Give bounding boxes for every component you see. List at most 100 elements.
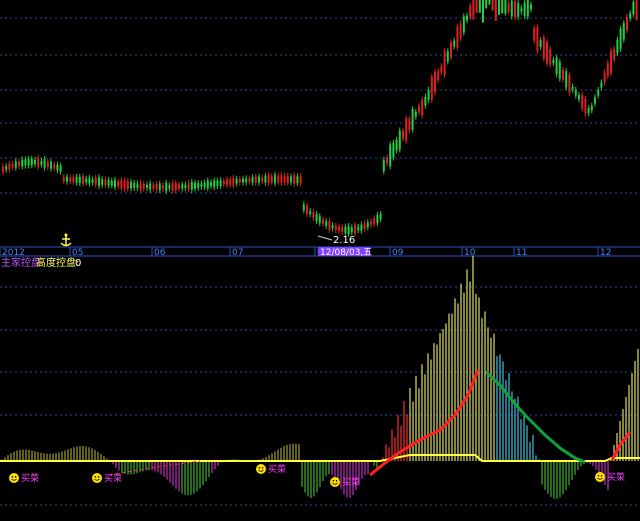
candle-body	[72, 177, 75, 182]
candle-body	[462, 16, 465, 33]
candle-body	[334, 225, 337, 230]
candle-body	[37, 158, 40, 167]
candle-body	[78, 176, 81, 184]
candle-body	[165, 182, 168, 192]
candle-body	[539, 40, 542, 47]
buy-marker: 买菜	[256, 463, 286, 475]
candle-body	[395, 139, 398, 151]
candle-body	[472, 0, 475, 20]
candle-body	[603, 72, 606, 83]
candle-body	[600, 82, 603, 88]
candle-body	[146, 184, 148, 188]
candle-body	[341, 227, 344, 232]
candle-body	[379, 214, 382, 220]
smiley-icon	[92, 473, 102, 483]
candle-body	[56, 164, 59, 171]
candle-body	[619, 28, 622, 50]
anchor-icon[interactable]	[60, 233, 72, 247]
buy-marker-label: 买菜	[21, 472, 39, 484]
candle-body	[552, 59, 555, 64]
candle-body	[469, 5, 472, 18]
candle-body	[514, 1, 516, 18]
candle-body	[88, 177, 91, 184]
candle-body	[210, 182, 212, 187]
candle-body	[290, 176, 292, 183]
candle-body	[347, 226, 350, 234]
candle-body	[338, 226, 340, 232]
candle-body	[507, 3, 510, 12]
candle-body	[546, 41, 548, 64]
candle-body	[235, 178, 238, 184]
candle-body	[366, 222, 369, 228]
candle-body	[520, 8, 523, 12]
candle-body	[46, 161, 49, 168]
yellow-control-line	[0, 454, 640, 462]
candle-body	[456, 26, 459, 48]
candle-body	[123, 180, 126, 189]
candle-body	[277, 176, 280, 183]
candle-body	[504, 0, 507, 14]
candle-body	[482, 0, 484, 23]
candle-body	[331, 225, 334, 229]
buy-marker-label: 买菜	[607, 471, 625, 483]
candle-body	[430, 76, 433, 101]
candle-body	[510, 0, 513, 17]
candle-body	[376, 214, 379, 224]
month-label: 2012	[2, 248, 25, 258]
candle-body	[82, 176, 84, 184]
candle-body	[219, 180, 222, 186]
candle-body	[21, 159, 24, 167]
month-label: 10	[464, 248, 476, 258]
candle-body	[354, 225, 356, 234]
candle-body	[578, 95, 580, 100]
month-label: 05	[72, 248, 83, 258]
candle-body	[443, 50, 446, 75]
candle-body	[85, 178, 88, 183]
candle-body	[226, 179, 228, 186]
candle-body	[434, 71, 436, 93]
candle-body	[238, 179, 241, 183]
candle-body	[274, 174, 276, 184]
candle-body	[632, 2, 635, 15]
candle-body	[110, 180, 113, 186]
month-label: 11	[516, 248, 527, 258]
stock-chart-canvas[interactable]: 2.16 20120506070809101112 12/08/03,五 主家控…	[0, 0, 640, 521]
candle-body	[597, 89, 600, 96]
candle-body	[40, 160, 43, 165]
candle-body	[152, 184, 155, 189]
month-label: 06	[154, 248, 166, 258]
candle-body	[181, 184, 184, 189]
candle-body	[178, 184, 180, 189]
candle-body	[382, 159, 385, 172]
candle-body	[373, 218, 376, 225]
buy-marker: 买菜	[330, 476, 360, 488]
candle-body	[610, 50, 612, 74]
candle-body	[27, 158, 30, 166]
buy-marker: 买菜	[9, 472, 39, 484]
candle-body	[475, 0, 478, 13]
candle-body	[498, 0, 500, 15]
candle-body	[197, 183, 200, 188]
cursor-date-box: 12/08/03,五	[318, 247, 372, 258]
candle-body	[130, 182, 132, 189]
candle-body	[414, 111, 417, 117]
candle-body	[440, 66, 443, 73]
candle-body	[24, 159, 27, 166]
candle-body	[424, 96, 427, 106]
candle-body	[450, 42, 452, 58]
candle-body	[94, 177, 97, 185]
candle-body	[254, 176, 257, 183]
candle-body	[549, 49, 552, 65]
month-label: 09	[392, 248, 404, 258]
candle-body	[350, 227, 353, 233]
candle-body	[494, 0, 497, 21]
candle-body	[616, 40, 619, 54]
candle-body	[306, 205, 308, 215]
candle-body	[2, 166, 4, 173]
candle-body	[114, 179, 116, 188]
indicator-bars	[1, 255, 639, 499]
cursor-date-label: 12/08/03,五	[320, 248, 372, 258]
candle-body	[568, 74, 571, 93]
candle-body	[533, 28, 536, 41]
candle-body	[155, 183, 158, 190]
